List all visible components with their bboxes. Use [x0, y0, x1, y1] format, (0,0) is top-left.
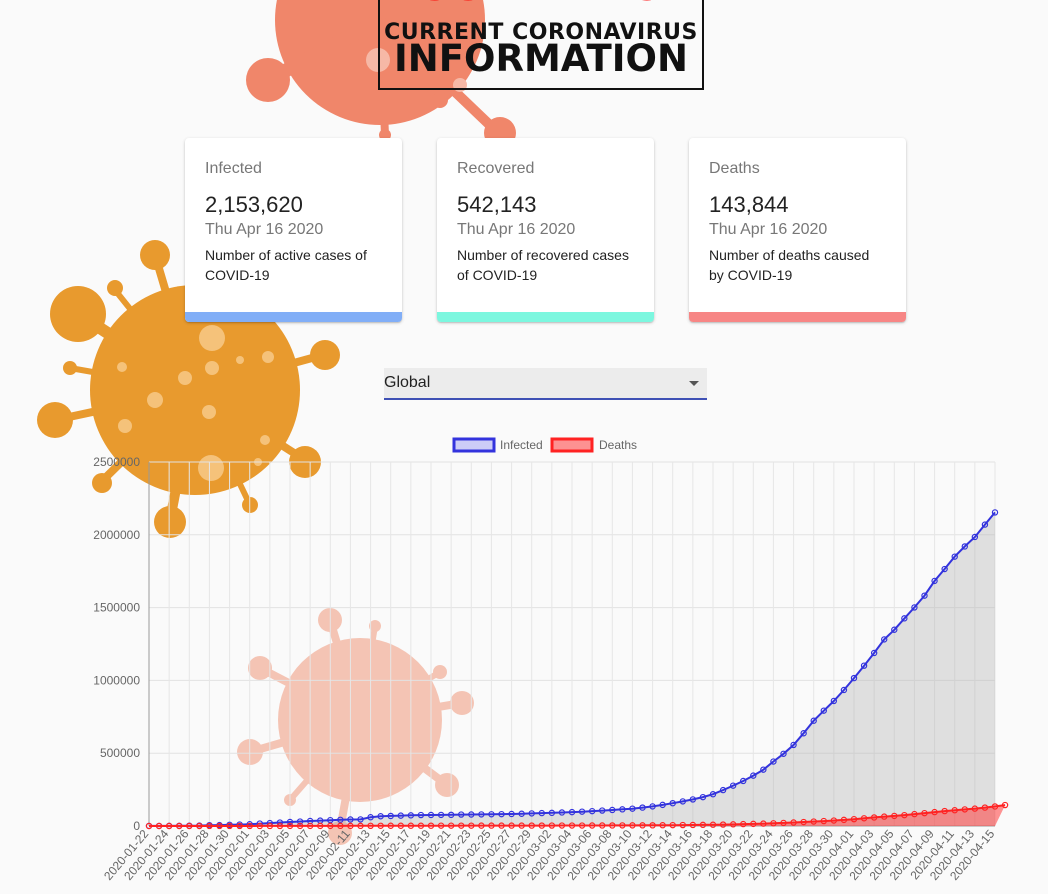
card-title: Recovered — [457, 160, 535, 177]
y-tick-label: 2000000 — [93, 528, 140, 542]
recovered-card: Recovered 542,143 Thu Apr 16 2020 Number… — [437, 138, 654, 322]
card-color-bar — [437, 312, 654, 322]
legend-swatch — [452, 437, 496, 453]
cases-line-chart: 050000010000001500000200000025000002020-… — [93, 437, 1009, 883]
card-color-bar — [185, 312, 402, 322]
deaths-card: Deaths 143,844 Thu Apr 16 2020 Number of… — [689, 138, 906, 322]
card-title: Deaths — [709, 160, 760, 177]
card-date: Thu Apr 16 2020 — [709, 221, 828, 238]
card-value: 542,143 — [457, 192, 537, 217]
legend-swatch — [550, 437, 594, 453]
card-date: Thu Apr 16 2020 — [457, 221, 576, 238]
legend-label: Deaths — [599, 438, 637, 452]
title-covid: COVID-19 — [380, 0, 702, 11]
card-description: Number of deaths caused by COVID-19 — [709, 247, 870, 283]
card-value: 143,844 — [709, 192, 789, 217]
card-date: Thu Apr 16 2020 — [205, 221, 324, 238]
country-select-value: Global — [384, 374, 431, 391]
card-description: Number of recovered cases of COVID-19 — [457, 247, 629, 283]
y-tick-label: 2500000 — [93, 455, 140, 469]
dropdown-arrow-icon — [689, 381, 699, 386]
infected-card: Infected 2,153,620 Thu Apr 16 2020 Numbe… — [185, 138, 402, 322]
y-tick-label: 1000000 — [93, 673, 140, 687]
legend-label: Infected — [500, 438, 543, 452]
country-select[interactable]: Global — [384, 368, 707, 400]
title-line-2: INFORMATION — [394, 37, 688, 80]
card-value: 2,153,620 — [205, 192, 303, 217]
card-title: Infected — [205, 160, 262, 177]
card-color-bar — [689, 312, 906, 322]
y-tick-label: 500000 — [100, 746, 140, 760]
site-title: COVID-19 CURRENT CORONAVIRUS INFORMATION — [378, 0, 704, 90]
y-tick-label: 1500000 — [93, 601, 140, 615]
card-description: Number of active cases of COVID-19 — [205, 247, 367, 283]
